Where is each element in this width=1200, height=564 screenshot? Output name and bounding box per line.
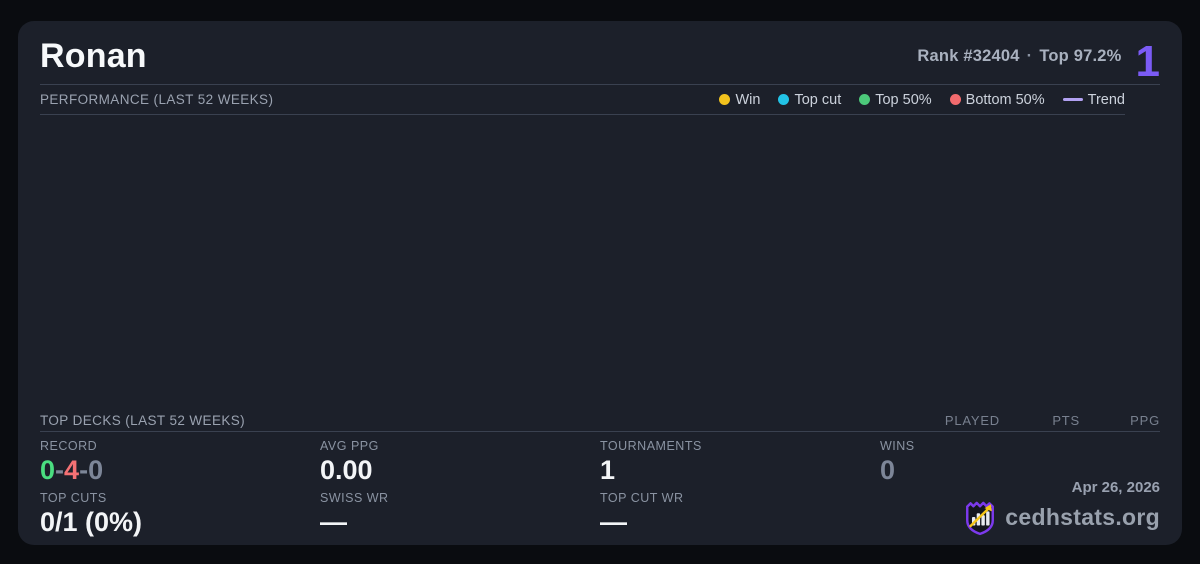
rank-highlight-number: 1 xyxy=(1135,36,1160,86)
stat-label: SWISS WR xyxy=(320,491,389,505)
top-decks-section-title: TOP DECKS (LAST 52 WEEKS) xyxy=(40,412,246,428)
stat-label: TOP CUT WR xyxy=(600,491,684,505)
top-cut-dot-icon xyxy=(778,94,790,105)
legend-item-top-cut[interactable]: Top cut xyxy=(778,92,841,108)
top-cut-wr-value: — xyxy=(600,507,627,537)
legend-item-trend[interactable]: Trend xyxy=(1062,91,1125,108)
bottom-50-dot-icon xyxy=(949,94,961,105)
legend-label: Top 50% xyxy=(875,91,932,108)
record-draws: 0 xyxy=(88,455,104,485)
stat-label: RECORD xyxy=(40,439,98,453)
legend-label: Bottom 50% xyxy=(965,91,1045,108)
swiss-wr-value: — xyxy=(320,507,347,537)
rank-separator: · xyxy=(1026,47,1033,65)
stat-tournaments: TOURNAMENTS 1 xyxy=(600,439,880,491)
record-wins: 0 xyxy=(40,455,56,485)
rank-number-text: Rank #32404 xyxy=(917,47,1020,65)
top-50-dot-icon xyxy=(859,94,871,105)
rank-text: Rank #32404 · Top 97.2% xyxy=(917,47,1121,66)
win-dot-icon xyxy=(719,94,731,105)
performance-chart xyxy=(40,115,1160,409)
legend-label: Win xyxy=(735,91,761,108)
stat-top-cuts: TOP CUTS 0/1 (0%) xyxy=(40,491,320,538)
trend-line-icon xyxy=(1062,98,1083,101)
stats-grid: RECORD 0-4-0 AVG PPG 0.00 TOURNAMENTS 1 … xyxy=(40,432,1160,538)
card-header: Ronan Rank #32404 · Top 97.2% 1 xyxy=(40,21,1160,85)
stat-wins: WINS 0 xyxy=(880,439,1160,491)
header-rank-group: Rank #32404 · Top 97.2% 1 xyxy=(917,30,1160,84)
performance-section-title: PERFORMANCE (LAST 52 WEEKS) xyxy=(40,92,274,107)
top-percent-text: Top 97.2% xyxy=(1039,47,1122,65)
tournaments-value: 1 xyxy=(600,455,616,485)
legend-item-win[interactable]: Win xyxy=(719,92,760,108)
stat-label: TOP CUTS xyxy=(40,491,107,505)
avg-ppg-value: 0.00 xyxy=(320,455,373,485)
record-separator: - xyxy=(79,455,89,485)
record-value: 0-4-0 xyxy=(40,455,320,486)
column-header-ppg: PPG xyxy=(1130,412,1160,428)
column-header-pts: PTS xyxy=(1052,412,1080,428)
stat-label: TOURNAMENTS xyxy=(600,439,702,453)
brand-link[interactable]: cedhstats.org xyxy=(1005,504,1160,531)
performance-section-header: PERFORMANCE (LAST 52 WEEKS) Win Top cut … xyxy=(40,85,1125,115)
top-cuts-value: 0/1 (0%) xyxy=(40,507,143,537)
brand-row: cedhstats.org xyxy=(963,500,1160,536)
legend-label: Top cut xyxy=(794,91,842,108)
top-decks-columns: PLAYED PTS PPG xyxy=(920,413,1160,428)
record-losses: 4 xyxy=(64,455,80,485)
legend-label: Trend xyxy=(1087,91,1125,108)
stat-avg-ppg: AVG PPG 0.00 xyxy=(320,439,600,491)
legend-item-top-50[interactable]: Top 50% xyxy=(859,91,932,108)
stat-label: WINS xyxy=(880,439,915,453)
bar-4 xyxy=(986,511,990,526)
cedhstats-shield-logo-icon xyxy=(966,501,995,535)
page-title: Ronan xyxy=(40,37,147,75)
stat-swiss-wr: SWISS WR — xyxy=(320,491,600,538)
legend-item-bottom-50[interactable]: Bottom 50% xyxy=(949,91,1045,108)
stat-record: RECORD 0-4-0 xyxy=(40,439,320,491)
chart-legend: Win Top cut Top 50% Bottom 50% Trend xyxy=(719,92,1125,108)
player-stats-card: Ronan Rank #32404 · Top 97.2% 1 PERFORMANC… xyxy=(18,21,1182,545)
stat-top-cut-wr: TOP CUT WR — xyxy=(600,491,880,538)
bar-3 xyxy=(981,514,986,526)
column-header-played: PLAYED xyxy=(944,412,1000,428)
wins-value: 0 xyxy=(880,455,896,485)
top-decks-section-header: TOP DECKS (LAST 52 WEEKS) PLAYED PTS PPG xyxy=(40,409,1160,432)
stat-label: AVG PPG xyxy=(320,439,379,453)
record-separator: - xyxy=(55,455,65,485)
